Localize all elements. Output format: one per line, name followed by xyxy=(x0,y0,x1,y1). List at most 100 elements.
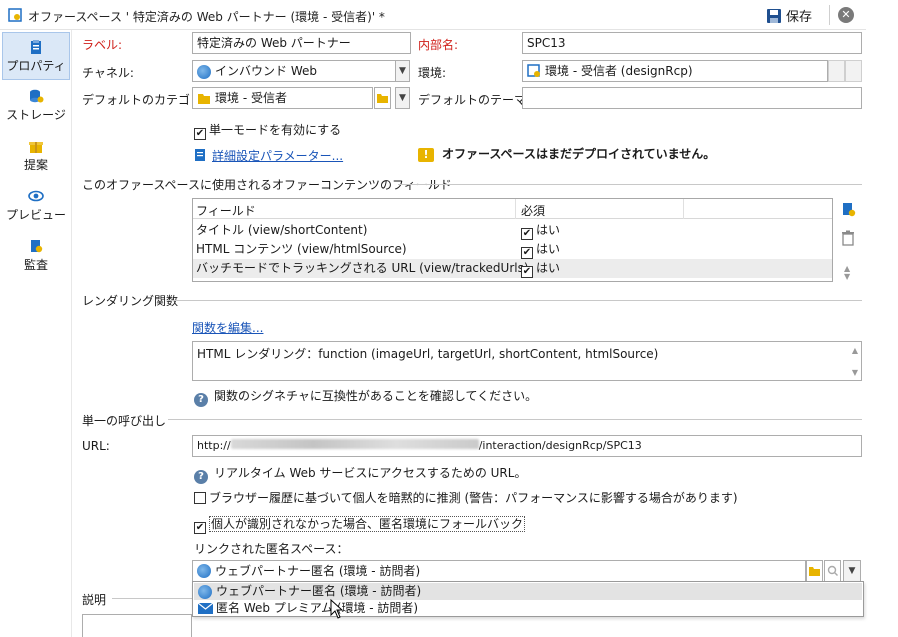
channel-dropdown-button[interactable]: ▼ xyxy=(395,60,410,82)
redacted-host xyxy=(230,439,479,449)
table-row[interactable]: HTML コンテンツ (view/htmlSource) ✔ はい xyxy=(193,240,832,259)
description-textarea[interactable] xyxy=(82,614,192,637)
sidebar-item-proposition[interactable]: 提案 xyxy=(2,132,70,180)
reorder-arrows-icon[interactable]: ▲ ▼ xyxy=(844,265,850,281)
close-icon[interactable]: ✕ xyxy=(838,7,854,23)
checkbox-checked-icon: ✔ xyxy=(194,128,206,140)
category-dropdown-button[interactable]: ▼ xyxy=(395,87,410,109)
section-divider xyxy=(168,300,862,301)
channel-label: チャネル: xyxy=(82,66,134,80)
environment-input[interactable]: 環境 - 受信者 (designRcp) xyxy=(522,60,828,82)
column-header-field[interactable]: フィールド xyxy=(196,202,256,219)
category-folder-button[interactable] xyxy=(374,87,391,109)
column-header-required[interactable]: 必須 xyxy=(521,202,545,219)
required-value: はい xyxy=(536,242,561,256)
properties-icon xyxy=(31,40,41,54)
url-prefix: http:// xyxy=(197,439,231,452)
window-title: オファースペース ' 特定済みの Web パートナー (環境 - 受信者)' * xyxy=(28,10,385,24)
audit-icon xyxy=(31,240,43,253)
linked-anon-label: リンクされた匿名スペース： xyxy=(194,542,349,556)
globe-icon xyxy=(198,585,212,599)
section-divider xyxy=(168,419,862,420)
internal-name-input[interactable]: SPC13 xyxy=(522,32,862,54)
required-value: はい xyxy=(536,223,561,237)
checkbox-checked-icon[interactable]: ✔ xyxy=(521,247,533,259)
scroll-up-icon[interactable]: ▲ xyxy=(852,346,858,355)
field-name: HTML コンテンツ (view/htmlSource) xyxy=(196,242,407,256)
fallback-checkbox[interactable]: ✔ 個人が識別されなかった場合、匿名環境にフォールバック xyxy=(194,515,526,534)
not-deployed-warning: ! オファースペースはまだデプロイされていません。 xyxy=(418,145,715,162)
linked-anon-dropdown-button[interactable]: ▼ xyxy=(843,560,861,582)
section-divider xyxy=(112,598,192,599)
environment-dropdown-button[interactable] xyxy=(845,60,862,82)
grid-header: フィールド 必須 xyxy=(193,199,832,219)
table-row[interactable]: バッチモードでトラッキングされる URL (view/trackedUrls) … xyxy=(193,259,832,278)
field-name: タイトル (view/shortContent) xyxy=(196,223,368,237)
fields-grid[interactable]: フィールド 必須 タイトル (view/shortContent) ✔ はい HT… xyxy=(192,198,833,282)
internal-name-label: 内部名: xyxy=(418,38,459,52)
url-label: URL: xyxy=(82,439,110,453)
channel-select[interactable]: インバウンド Web xyxy=(192,60,396,82)
globe-icon xyxy=(197,564,211,578)
sidebar: プロパティ ストレージ 提案 プレビュー 監査 xyxy=(0,30,72,637)
linked-anon-dropdown-list: ウェブパートナー匿名 (環境 - 訪問者) 匿名 Web プレミアム (環境 -… xyxy=(192,581,864,617)
preview-icon xyxy=(28,190,44,202)
label-field-label: ラベル: xyxy=(82,38,123,52)
toolbar-separator xyxy=(829,5,830,25)
environment-value: 環境 - 受信者 (designRcp) xyxy=(545,64,693,78)
dropdown-option[interactable]: ウェブパートナー匿名 (環境 - 訪問者) xyxy=(194,583,862,600)
storage-icon xyxy=(30,89,44,103)
label-input[interactable]: 特定済みの Web パートナー xyxy=(192,32,411,54)
environment-folder-button[interactable] xyxy=(828,60,845,82)
sidebar-item-properties[interactable]: プロパティ xyxy=(2,32,70,80)
save-button[interactable]: 保存 xyxy=(766,6,812,25)
environment-icon xyxy=(527,64,540,77)
dropdown-option[interactable]: 匿名 Web プレミアム (環境 - 訪問者) xyxy=(194,600,862,617)
field-name: バッチモードでトラッキングされる URL (view/trackedUrls) xyxy=(196,261,529,275)
default-theme-input[interactable] xyxy=(522,87,862,109)
channel-value: インバウンド Web xyxy=(215,64,317,78)
linked-anon-folder-button[interactable] xyxy=(806,560,823,582)
default-category-input[interactable]: 環境 - 受信者 xyxy=(192,87,373,109)
checkbox-unchecked-icon xyxy=(194,492,206,504)
settings-doc-icon xyxy=(195,149,205,161)
mouse-cursor-icon xyxy=(330,599,343,619)
proposition-icon xyxy=(29,142,43,153)
sidebar-item-label: 監査 xyxy=(23,258,48,272)
checkbox-checked-icon[interactable]: ✔ xyxy=(521,266,533,278)
function-text: HTML レンダリング：function (imageUrl, targetUr… xyxy=(197,347,659,361)
single-call-section-title: 単一の呼び出し xyxy=(82,414,167,428)
scroll-down-icon[interactable]: ▼ xyxy=(852,368,858,377)
add-field-icon[interactable] xyxy=(840,201,856,217)
single-mode-label: 単一モードを有効にする xyxy=(209,123,342,137)
default-theme-label: デフォルトのテーマ: xyxy=(418,93,531,107)
sidebar-item-storage[interactable]: ストレージ xyxy=(2,82,70,130)
function-textarea[interactable]: HTML レンダリング：function (imageUrl, targetUr… xyxy=(192,341,862,381)
help-icon: ? xyxy=(194,470,208,484)
sidebar-item-label: プレビュー xyxy=(5,208,66,222)
required-value: はい xyxy=(536,261,561,275)
fallback-label: 個人が識別されなかった場合、匿名環境にフォールバック xyxy=(209,516,526,532)
globe-icon xyxy=(197,65,211,79)
checkbox-checked-icon[interactable]: ✔ xyxy=(521,228,533,240)
environment-label: 環境: xyxy=(418,66,447,80)
implicit-inference-label: ブラウザー履歴に基づいて個人を暗黙的に推測 (警告：パフォーマンスに影響する場合… xyxy=(209,491,738,505)
sidebar-item-audit[interactable]: 監査 xyxy=(2,232,70,280)
single-mode-checkbox[interactable]: ✔ 単一モードを有効にする xyxy=(194,121,341,140)
sidebar-item-preview[interactable]: プレビュー xyxy=(2,182,70,230)
floppy-disk-icon xyxy=(767,8,781,23)
dropdown-option-label: 匿名 Web プレミアム (環境 - 訪問者) xyxy=(216,601,419,615)
linked-anon-search-button[interactable] xyxy=(824,560,841,582)
linked-anon-select[interactable]: ウェブパートナー匿名 (環境 - 訪問者) xyxy=(192,560,806,582)
advanced-params-link[interactable]: 詳細設定パラメーター... xyxy=(212,149,343,163)
table-row[interactable]: タイトル (view/shortContent) ✔ はい xyxy=(193,221,832,240)
folder-icon xyxy=(198,94,210,104)
trash-icon[interactable] xyxy=(841,230,855,246)
implicit-inference-checkbox[interactable]: ブラウザー履歴に基づいて個人を暗黙的に推測 (警告：パフォーマンスに影響する場合… xyxy=(194,489,738,506)
dropdown-option-label: ウェブパートナー匿名 (環境 - 訪問者) xyxy=(216,584,422,598)
search-icon xyxy=(827,565,838,576)
fields-section-title: このオファースペースに使用されるオファーコンテンツのフィールド xyxy=(82,178,452,192)
url-input[interactable]: http:// /interaction/designRcp/SPC13 xyxy=(192,435,862,457)
url-hint-text: リアルタイム Web サービスにアクセスするための URL。 xyxy=(214,466,527,480)
edit-function-link[interactable]: 関数を編集... xyxy=(192,319,263,336)
